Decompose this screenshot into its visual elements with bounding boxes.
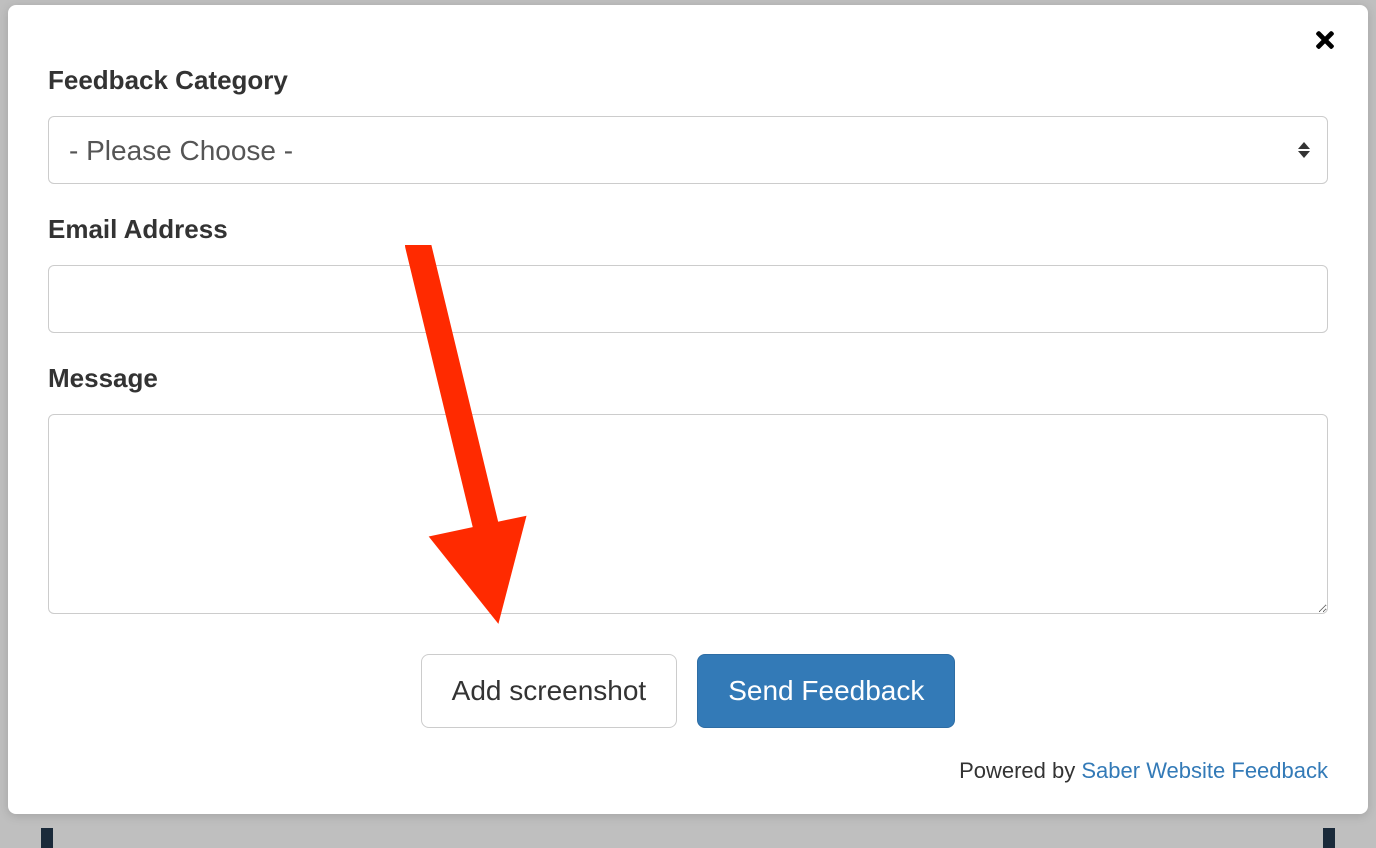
- category-select[interactable]: - Please Choose -: [48, 116, 1328, 184]
- footer-credit: Powered by Saber Website Feedback: [48, 758, 1328, 784]
- email-label: Email Address: [48, 214, 1328, 245]
- email-input[interactable]: [48, 265, 1328, 333]
- email-group: Email Address: [48, 214, 1328, 333]
- message-group: Message: [48, 363, 1328, 619]
- feedback-modal: Feedback Category - Please Choose - Emai…: [8, 5, 1368, 814]
- category-label: Feedback Category: [48, 65, 1328, 96]
- add-screenshot-button[interactable]: Add screenshot: [421, 654, 678, 728]
- message-textarea[interactable]: [48, 414, 1328, 614]
- send-feedback-button[interactable]: Send Feedback: [697, 654, 955, 728]
- close-button[interactable]: [1312, 23, 1338, 59]
- footer-prefix: Powered by: [959, 758, 1081, 783]
- button-row: Add screenshot Send Feedback: [48, 654, 1328, 728]
- category-group: Feedback Category - Please Choose -: [48, 65, 1328, 184]
- category-select-wrapper: - Please Choose -: [48, 116, 1328, 184]
- close-icon: [1312, 27, 1338, 53]
- footer-link[interactable]: Saber Website Feedback: [1081, 758, 1328, 783]
- message-label: Message: [48, 363, 1328, 394]
